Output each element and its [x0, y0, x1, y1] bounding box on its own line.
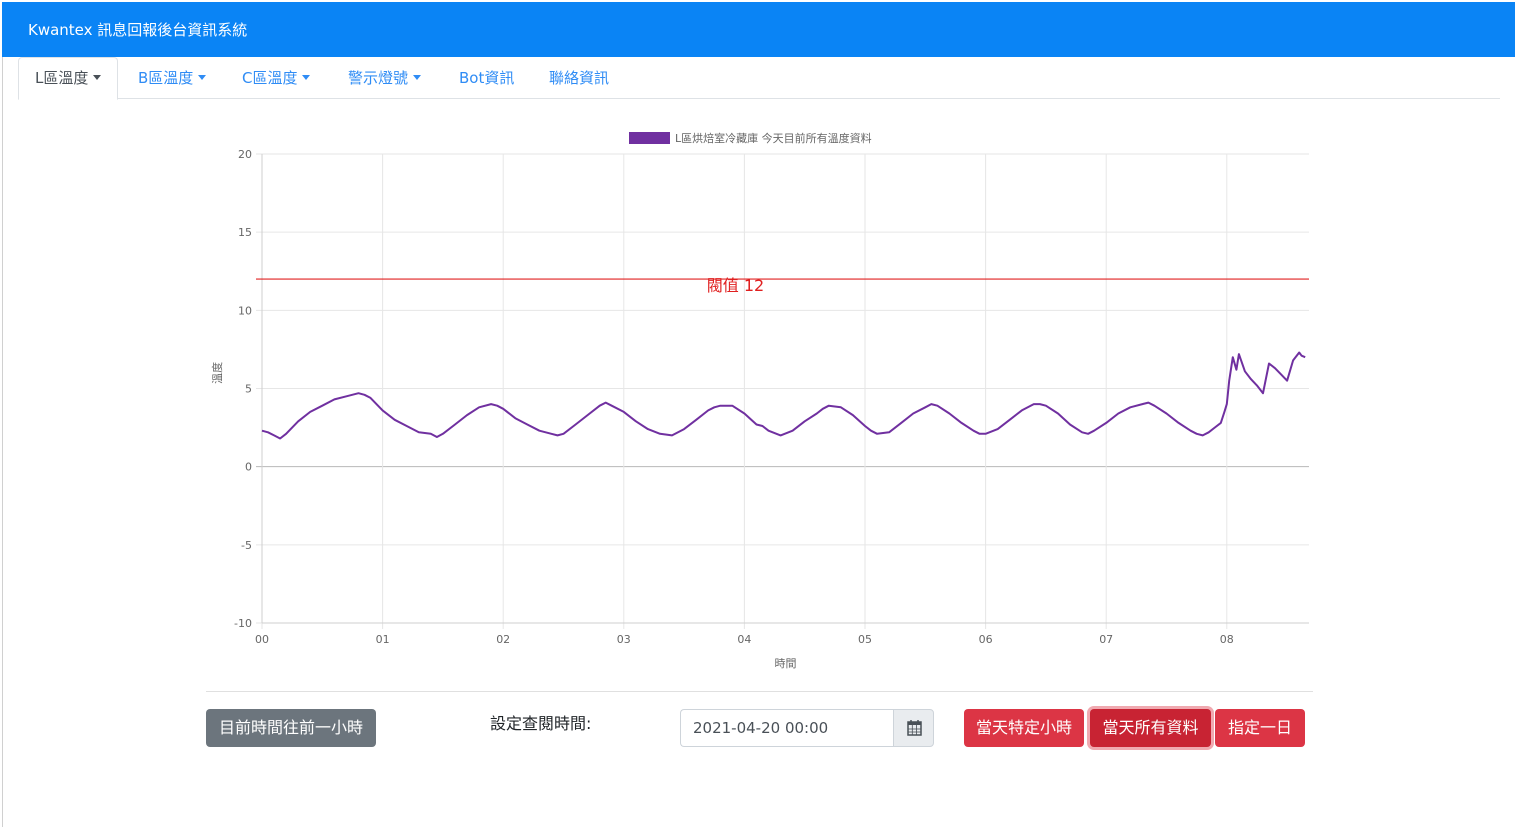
series-line — [261, 351, 1306, 440]
specific-hour-button[interactable]: 當天特定小時 — [964, 709, 1084, 747]
x-tick-label: 01 — [376, 633, 390, 646]
y-tick-label: 20 — [238, 148, 252, 161]
x-tick-label: 07 — [1099, 633, 1113, 646]
x-tick-label: 05 — [858, 633, 872, 646]
threshold-label: 閥值 12 — [707, 276, 764, 295]
date-time-input[interactable] — [680, 709, 894, 747]
legend-swatch — [629, 132, 670, 144]
x-tick-label: 04 — [737, 633, 751, 646]
legend-label: L區烘焙室冷藏庫 今天目前所有溫度資料 — [675, 131, 872, 145]
y-tick-label: 5 — [245, 383, 252, 396]
set-time-label: 設定查閱時間: — [490, 714, 592, 733]
x-tick-label: 00 — [255, 633, 269, 646]
all-day-data-button[interactable]: 當天所有資料 — [1090, 709, 1211, 747]
x-axis-title: 時間 — [775, 657, 797, 670]
y-axis-title: 溫度 — [210, 362, 224, 384]
x-tick-label: 03 — [617, 633, 631, 646]
temperature-line-chart: -10-50510152000 01 02 03 04 05 06 07 08時間溫度L區烘焙室… — [210, 131, 1309, 670]
x-tick-label: 08 — [1220, 633, 1234, 646]
y-tick-label: 10 — [238, 304, 252, 317]
x-tick-label: 06 — [979, 633, 993, 646]
y-tick-label: -10 — [234, 617, 252, 630]
prev-hour-button[interactable]: 目前時間往前一小時 — [206, 709, 376, 747]
divider — [206, 691, 1313, 692]
calendar-button[interactable] — [893, 709, 934, 747]
calendar-icon — [907, 720, 922, 736]
y-tick-label: -5 — [241, 539, 252, 552]
y-tick-label: 15 — [238, 226, 252, 239]
y-tick-label: 0 — [245, 461, 252, 474]
x-tick-label: 02 — [496, 633, 510, 646]
pick-day-button[interactable]: 指定一日 — [1215, 709, 1305, 747]
